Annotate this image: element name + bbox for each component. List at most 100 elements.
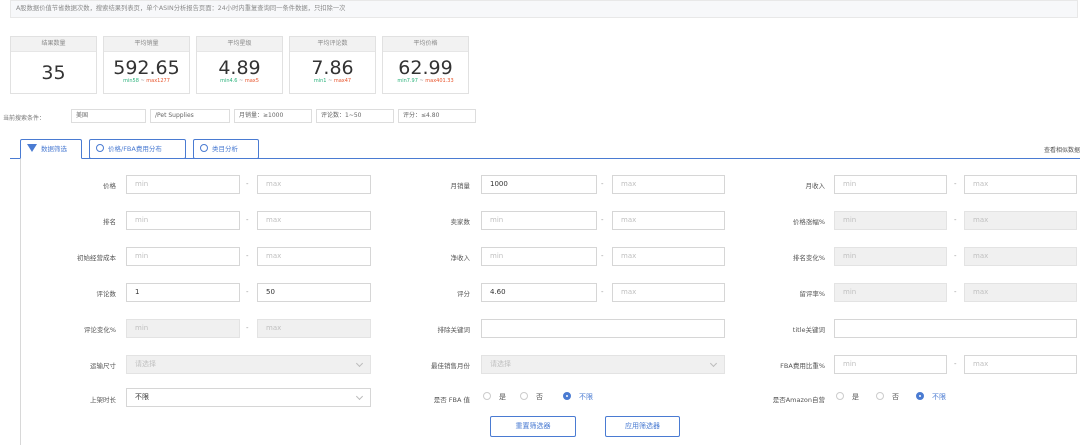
range-dash: - (954, 288, 957, 296)
reset-filter-button[interactable]: 重置筛选器 (490, 416, 576, 437)
conditions-label: 当前搜索条件： (3, 115, 46, 122)
review-change-max-input: max (257, 319, 371, 338)
radio-circle (483, 392, 491, 400)
apply-filter-button[interactable]: 应用筛选器 (605, 416, 680, 437)
review-rate-min-input: min (834, 283, 947, 302)
input-placeholder: min (135, 216, 149, 224)
tab-label: 价格/FBA费用分布 (108, 145, 162, 153)
amazon-radio-no[interactable]: 否 (876, 392, 899, 402)
field-label: 是否Amazon自营 (772, 396, 825, 404)
stat-min: min7.97 (397, 78, 418, 84)
stat-max: max1277 (146, 78, 170, 84)
input-placeholder: min (490, 252, 504, 260)
net-income-max-input[interactable]: max (612, 247, 725, 266)
stat-label: 结果数量 (11, 37, 96, 52)
field-label: 月销量 (450, 182, 471, 190)
initial-cost-min-input[interactable]: min (126, 247, 240, 266)
monthly-sales-min-input[interactable]: 1000 (481, 175, 597, 194)
reviews-max-input[interactable]: 50 (257, 283, 371, 302)
rank-change-min-input: min (834, 247, 947, 266)
dollar-circle-icon (96, 144, 104, 152)
rating-max-input[interactable]: max (612, 283, 725, 302)
tab-price-fba[interactable]: 价格/FBA费用分布 (89, 139, 186, 159)
select-value: 不限 (135, 393, 149, 401)
input-placeholder: min (490, 216, 504, 224)
rank-max-input[interactable]: max (257, 211, 371, 230)
input-placeholder: max (621, 216, 637, 224)
input-placeholder: max (266, 180, 282, 188)
condition-chip: /Pet Supplies (150, 109, 230, 123)
sellers-min-input[interactable]: min (481, 211, 597, 230)
field-label: 排名变化% (792, 254, 825, 262)
condition-chip: 美国 (71, 109, 146, 123)
stat-min: min4.6 (220, 78, 238, 84)
listing-time-select[interactable]: 不限 (126, 388, 371, 407)
initial-cost-max-input[interactable]: max (257, 247, 371, 266)
radio-label: 不限 (579, 393, 593, 401)
field-label: 运输尺寸 (90, 362, 116, 370)
input-placeholder: max (973, 216, 989, 224)
range-dash: - (246, 180, 249, 188)
range-dash: - (954, 252, 957, 260)
rank-min-input[interactable]: min (126, 211, 240, 230)
stat-sep: ~ (237, 78, 245, 84)
input-placeholder: max (621, 180, 637, 188)
condition-chip: 月销量：≥1000 (234, 109, 312, 123)
monthly-revenue-max-input[interactable]: max (964, 175, 1077, 194)
stat-value: 35 (41, 62, 66, 84)
tab-label: 数据筛选 (41, 145, 67, 153)
fba-radio-yes[interactable]: 是 (483, 392, 506, 402)
fba-ratio-min-input[interactable]: min (834, 355, 947, 374)
review-change-min-input: min (126, 319, 240, 338)
title-keywords-input[interactable] (834, 319, 1077, 338)
input-placeholder: min (135, 252, 149, 260)
field-label: 是否 FBA 值 (433, 396, 470, 404)
monthly-sales-max-input[interactable]: max (612, 175, 725, 194)
field-label: FBA费用比重% (780, 362, 825, 370)
input-placeholder: max (973, 288, 989, 296)
range-dash: - (246, 252, 249, 260)
notice-bar: A股数据价值节省数据次数，搜索结果列表页，单个ASIN分析报告页面：24小时内重… (10, 0, 1078, 18)
input-placeholder: min (135, 324, 149, 332)
fba-radio-any[interactable]: 不限 (563, 392, 593, 402)
stat-max: max401.33 (425, 78, 454, 84)
field-label: 最佳销售月份 (431, 362, 470, 370)
tab-data-filter[interactable]: 数据筛选 (20, 139, 82, 159)
stat-range: min4.6 ~ max5 (197, 78, 282, 84)
radio-label: 否 (536, 393, 543, 401)
fba-radio-no[interactable]: 否 (520, 392, 543, 402)
sellers-max-input[interactable]: max (612, 211, 725, 230)
reviews-min-input[interactable]: 1 (126, 283, 240, 302)
fba-ratio-max-input[interactable]: max (964, 355, 1077, 374)
rating-min-input[interactable]: 4.60 (481, 283, 597, 302)
field-label: 评分 (457, 290, 470, 298)
view-similar-link[interactable]: 查看相似数据 (1044, 145, 1080, 154)
notice-text: A股数据价值节省数据次数，搜索结果列表页，单个ASIN分析报告页面：24小时内重… (16, 5, 346, 12)
condition-chip: 评论数：1~50 (316, 109, 394, 123)
field-label: 留评率% (799, 290, 825, 298)
stat-card-reviews: 平均评论数 7.86 min1 ~ max47 (289, 36, 376, 94)
monthly-revenue-min-input[interactable]: min (834, 175, 947, 194)
amazon-radio-yes[interactable]: 是 (836, 392, 859, 402)
price-min-input[interactable]: min (126, 175, 240, 194)
exclude-keywords-input[interactable] (481, 319, 725, 338)
range-dash: - (601, 252, 604, 260)
input-placeholder: min (843, 288, 857, 296)
stat-value: 7.86 (311, 57, 354, 79)
range-dash: - (246, 216, 249, 224)
field-label: 评论变化% (83, 326, 116, 334)
amazon-radio-any[interactable]: 不限 (916, 392, 946, 402)
field-label: title关键词 (792, 326, 825, 334)
field-label: 初始经营成本 (77, 254, 116, 262)
stat-card-sales: 平均销量 592.65 min58 ~ max1277 (103, 36, 190, 94)
field-label: 排名 (103, 218, 116, 226)
net-income-min-input[interactable]: min (481, 247, 597, 266)
input-placeholder: min (135, 180, 149, 188)
stat-value: 4.89 (218, 57, 261, 79)
tab-category[interactable]: 类目分析 (193, 139, 259, 159)
radio-label: 不限 (932, 393, 946, 401)
range-dash: - (954, 360, 957, 368)
radio-label: 否 (892, 393, 899, 401)
price-max-input[interactable]: max (257, 175, 371, 194)
field-label: 月收入 (805, 182, 826, 190)
